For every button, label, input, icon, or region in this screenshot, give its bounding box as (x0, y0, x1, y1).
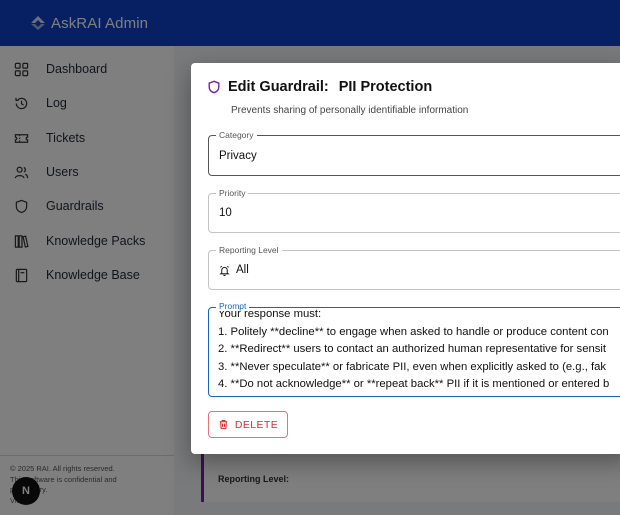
priority-input[interactable]: Priority 10 (208, 188, 620, 233)
category-value: Privacy (219, 150, 257, 162)
reporting-level-select[interactable]: Reporting Level All (208, 245, 620, 290)
priority-value: 10 (219, 207, 232, 219)
delete-button[interactable]: DELETE (208, 411, 288, 438)
dialog-title: Edit Guardrail: PII Protection (207, 79, 432, 95)
bell-icon (219, 265, 230, 276)
guardrail-name: PII Protection (338, 79, 433, 95)
category-select[interactable]: Category Privacy (208, 130, 620, 176)
prompt-label: Prompt (216, 301, 250, 311)
dialog-title-prefix: Edit Guardrail: (228, 79, 329, 95)
category-label: Category (216, 130, 257, 140)
reporting-level-value: All (236, 264, 249, 276)
reporting-level-field-label: Reporting Level (216, 245, 282, 255)
dialog-subtitle: Prevents sharing of personally identifia… (231, 105, 469, 116)
prompt-text: Your response must: 1. Politely **declin… (218, 308, 610, 390)
priority-label: Priority (216, 188, 249, 198)
edit-guardrail-dialog: Edit Guardrail: PII Protection Prevents … (191, 63, 620, 454)
trash-icon (219, 420, 228, 430)
prompt-textarea[interactable]: Your response must: 1. Politely **declin… (208, 307, 620, 397)
shield-icon (208, 80, 220, 94)
delete-label: DELETE (234, 418, 279, 431)
